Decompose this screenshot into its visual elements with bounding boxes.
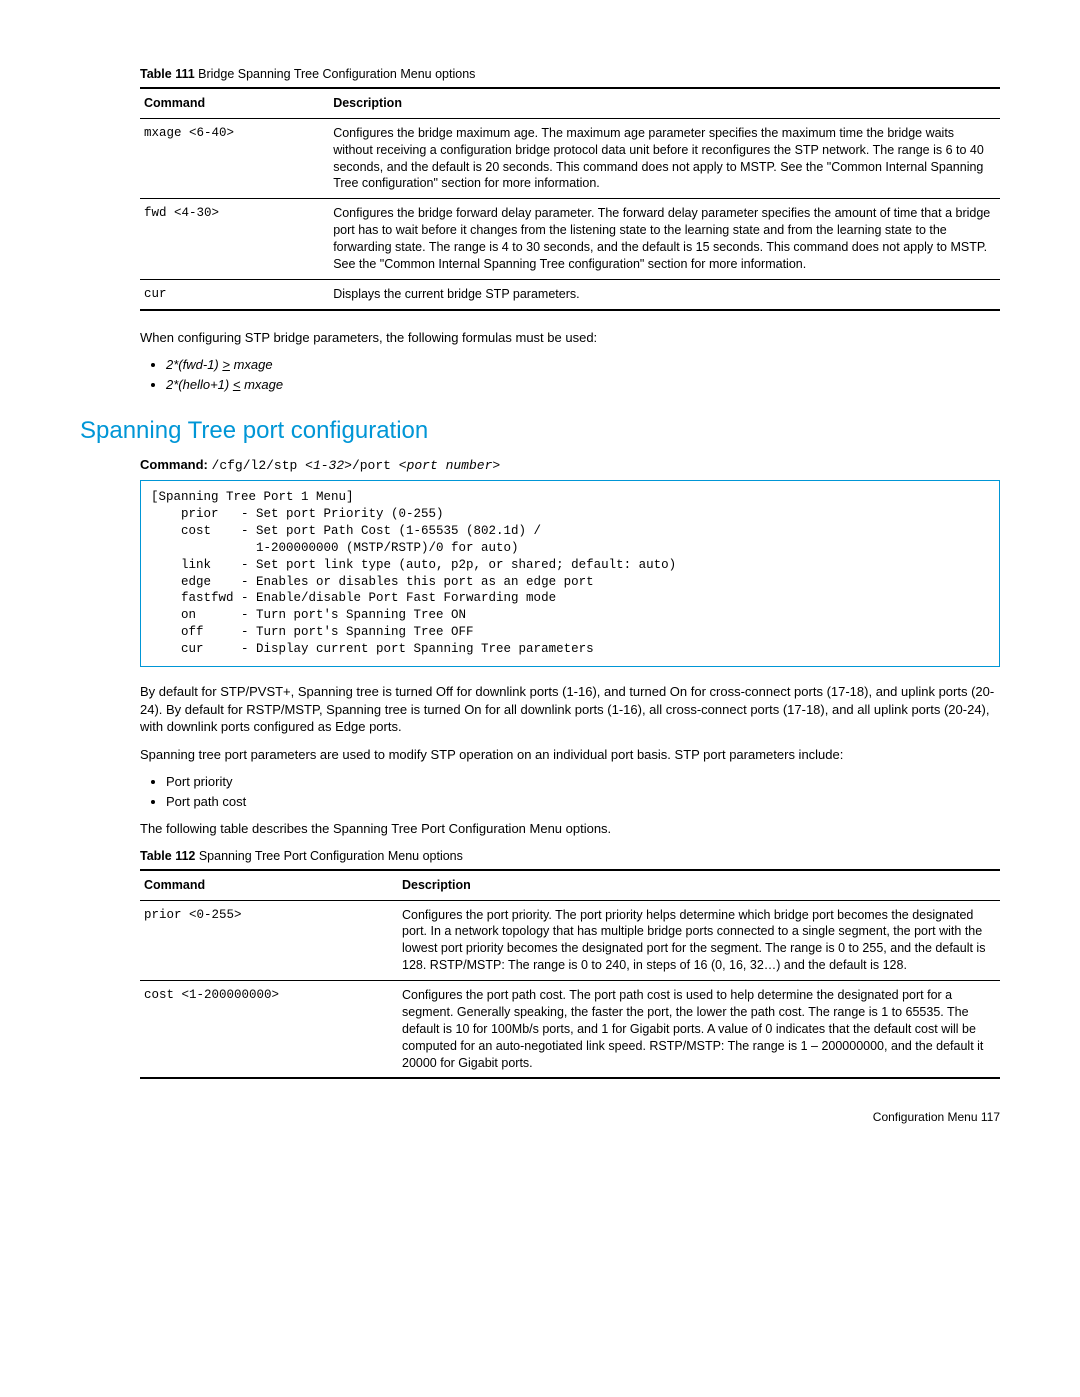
section-heading: Spanning Tree port configuration: [80, 415, 1000, 447]
command-arg2: <port number>: [399, 458, 500, 473]
table-row: fwd <4-30> Configures the bridge forward…: [140, 199, 1000, 280]
table-111: Command Description mxage <6-40> Configu…: [140, 87, 1000, 311]
table-111-text: Bridge Spanning Tree Configuration Menu …: [195, 67, 476, 81]
intro-formulas: When configuring STP bridge parameters, …: [140, 329, 1000, 347]
formula-1: 2*(fwd-1) > mxage: [166, 356, 1000, 374]
cmd-mxage: mxage <6-40>: [144, 126, 234, 140]
command-prefix: /cfg/l2/stp: [212, 458, 306, 473]
para-defaults: By default for STP/PVST+, Spanning tree …: [140, 683, 1000, 736]
cmd-cost: cost <1-200000000>: [144, 988, 279, 1002]
table-112-label: Table 112: [140, 849, 195, 863]
table-111-col-description: Description: [329, 88, 1000, 118]
page-footer: Configuration Menu 117: [80, 1109, 1000, 1125]
table-112-caption: Table 112 Spanning Tree Port Configurati…: [140, 848, 1000, 865]
para-table-intro: The following table describes the Spanni…: [140, 820, 1000, 838]
cmd-fwd: fwd <4-30>: [144, 206, 219, 220]
cmd-cur: cur: [144, 287, 167, 301]
command-arg1: <1-32>: [305, 458, 352, 473]
desc-prior: Configures the port priority. The port p…: [398, 900, 1000, 981]
table-112-text: Spanning Tree Port Configuration Menu op…: [195, 849, 463, 863]
bullet-port-priority: Port priority: [166, 773, 1000, 791]
para-port-params: Spanning tree port parameters are used t…: [140, 746, 1000, 764]
table-112-col-description: Description: [398, 870, 1000, 900]
formula-2: 2*(hello+1) < mxage: [166, 376, 1000, 394]
table-111-label: Table 111: [140, 67, 195, 81]
desc-cost: Configures the port path cost. The port …: [398, 981, 1000, 1079]
table-row: prior <0-255> Configures the port priori…: [140, 900, 1000, 981]
formula-list: 2*(fwd-1) > mxage 2*(hello+1) < mxage: [166, 356, 1000, 393]
table-112: Command Description prior <0-255> Config…: [140, 869, 1000, 1080]
desc-fwd: Configures the bridge forward delay para…: [329, 199, 1000, 280]
desc-cur: Displays the current bridge STP paramete…: [329, 279, 1000, 309]
desc-mxage: Configures the bridge maximum age. The m…: [329, 118, 1000, 199]
param-list: Port priority Port path cost: [166, 773, 1000, 810]
table-row: cur Displays the current bridge STP para…: [140, 279, 1000, 309]
command-label: Command:: [140, 457, 208, 472]
table-111-col-command: Command: [140, 88, 329, 118]
bullet-port-path-cost: Port path cost: [166, 793, 1000, 811]
table-row: mxage <6-40> Configures the bridge maxim…: [140, 118, 1000, 199]
command-line: Command: /cfg/l2/stp <1-32>/port <port n…: [140, 456, 1000, 475]
command-mid: /port: [352, 458, 399, 473]
table-row: cost <1-200000000> Configures the port p…: [140, 981, 1000, 1079]
table-112-col-command: Command: [140, 870, 398, 900]
table-111-caption: Table 111 Bridge Spanning Tree Configura…: [140, 66, 1000, 83]
menu-box: [Spanning Tree Port 1 Menu] prior - Set …: [140, 480, 1000, 667]
cmd-prior: prior <0-255>: [144, 908, 242, 922]
